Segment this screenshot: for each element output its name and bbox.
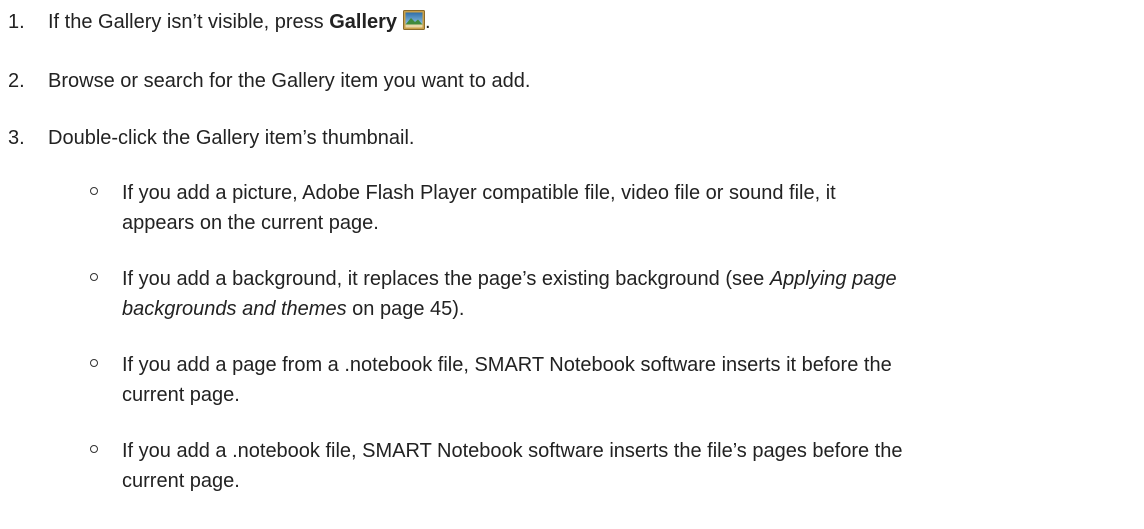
step-number: 3.	[8, 127, 25, 149]
bullet-line: If you add a picture, Adobe Flash Player…	[122, 182, 836, 204]
bullet-line: current page.	[122, 384, 240, 406]
bullet-text: If you add a picture, Adobe Flash Player…	[122, 178, 1132, 238]
gallery-icon[interactable]	[403, 10, 426, 30]
bullet-circle-icon	[90, 273, 98, 281]
bullet-text: If you add a page from a .notebook file,…	[122, 350, 1132, 410]
bullet-circle-icon	[90, 445, 98, 453]
step-text: Browse or search for the Gallery item yo…	[48, 70, 531, 92]
step-text: Double-click the Gallery item’s thumbnai…	[48, 127, 415, 149]
cross-reference-link[interactable]: backgrounds and themes	[122, 298, 347, 320]
step-text-prefix: If the Gallery isn’t visible, press	[48, 11, 330, 33]
document-page: 1. If the Gallery isn’t visible, press G…	[0, 0, 1144, 529]
bullet-line: backgrounds and themes on page 45).	[122, 294, 1132, 324]
bullet-circle-icon	[90, 359, 98, 367]
bullet-text: If you add a background, it replaces the…	[122, 264, 1132, 324]
step-text: If the Gallery isn’t visible, press Gall…	[48, 10, 431, 34]
bullet-text-prefix: If you add a background, it replaces the…	[122, 268, 770, 290]
bullet-line: If you add a background, it replaces the…	[122, 264, 1132, 294]
bullet-line: appears on the current page.	[122, 212, 379, 234]
gallery-term: Gallery	[329, 11, 398, 33]
step-number: 1.	[8, 11, 25, 33]
step-text-suffix: .	[425, 11, 431, 33]
step-number: 2.	[8, 70, 25, 92]
bullet-circle-icon	[90, 187, 98, 195]
bullet-line: If you add a .notebook file, SMART Noteb…	[122, 440, 903, 462]
page-reference: on page 45).	[346, 298, 465, 320]
bullet-text: If you add a .notebook file, SMART Noteb…	[122, 436, 1132, 496]
bullet-line: current page.	[122, 470, 240, 492]
bullet-line: If you add a page from a .notebook file,…	[122, 354, 892, 376]
cross-reference-link[interactable]: Applying page	[770, 268, 897, 290]
